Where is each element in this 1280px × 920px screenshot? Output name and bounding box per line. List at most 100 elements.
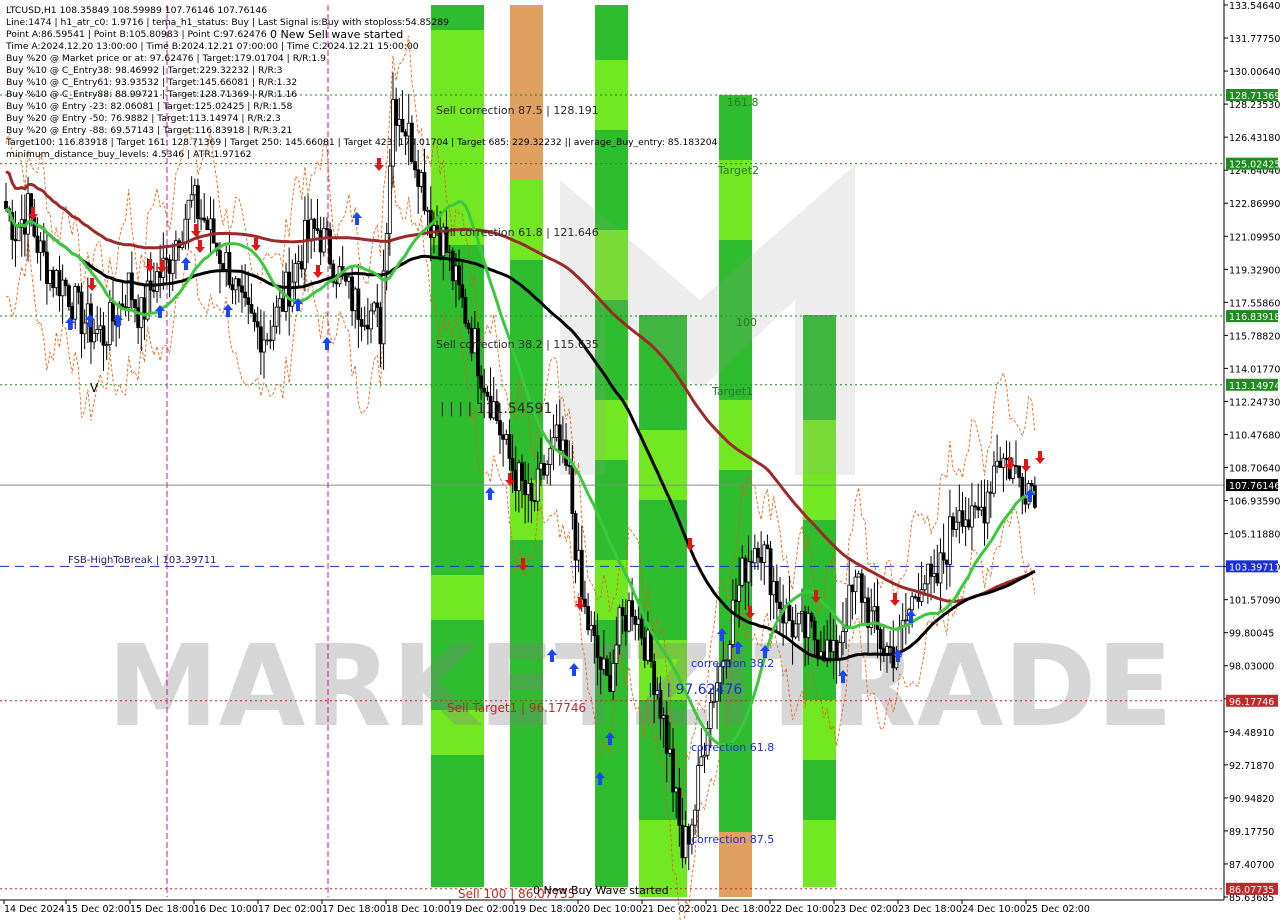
candle [233,276,238,305]
candle-body [347,276,351,282]
candle [932,549,937,594]
candle-body [790,620,795,638]
candle-body [290,281,295,307]
candle [205,216,210,231]
candle [189,176,194,208]
candle-body [321,227,326,253]
time-tick-label: 15 Dec 02:00 [66,904,130,915]
candle-body [498,420,502,436]
candle [211,199,216,244]
zone-label: V [90,381,99,395]
candle-body [70,306,74,320]
candle-body [583,598,587,607]
candle-body [32,216,37,237]
candle-body [526,483,531,496]
price-tick-label: 115.78820 [1229,331,1280,342]
candle-body [708,702,713,729]
candle-body [186,199,191,220]
candle [92,319,96,350]
candle [89,293,93,364]
candle-body [598,657,603,670]
candle [111,279,115,342]
price-tick-label: 101.57090 [1229,596,1280,607]
price-chart[interactable]: MARKETZITRADE Sell correction 87.5 | 128… [0,0,1280,920]
candle [4,182,8,212]
candle-body [129,272,134,301]
time-tick-label: 21 Dec 18:00 [706,904,770,915]
candle-body [299,261,304,270]
candle-body [192,185,197,196]
candle-body [982,506,987,524]
candle [856,570,861,578]
candle [501,422,506,467]
zone-label: | | | | 111.54591 [440,401,552,417]
candle-body [617,607,622,646]
level-price-tag-label: 128.71369 [1229,91,1280,102]
candle [271,302,276,351]
candle [573,510,578,584]
candle [10,199,15,260]
candle-body [372,302,377,312]
candle [290,259,295,313]
candle [230,277,235,304]
candle-body [199,217,203,220]
sell-arrow-icon [251,238,261,251]
candle [847,559,852,628]
candle [586,593,590,635]
candle-body [57,270,62,297]
candle-body [938,552,943,584]
candle-body [394,99,399,126]
time-tick-label: 25 Dec 02:00 [1026,904,1090,915]
candle [243,263,248,307]
candle [365,298,370,345]
candle-body [79,291,84,335]
price-tick-label: 110.47680 [1229,430,1280,441]
candle-body [768,548,773,596]
candle [966,498,971,531]
candle-body [756,547,760,558]
candle-body [208,218,213,231]
candle [287,247,292,336]
price-tick-label: 130.00640 [1229,67,1280,78]
candle-body [365,324,370,330]
candle [1020,472,1025,515]
candle-body [284,271,288,312]
time-tick-label: 15 Dec 18:00 [130,904,194,915]
candle-body [312,218,317,230]
info-line: Line:1474 | h1_atr_c0: 1.9716 | tema_h1_… [6,17,449,28]
candle-body [224,252,229,271]
info-line: Buy %10 @ Entry -23: 82.06081 | Target:1… [6,101,293,112]
candle [328,222,332,269]
price-tick-label: 106.93590 [1229,497,1280,508]
orange-zone [510,5,543,180]
time-tick-label: 24 Dec 10:00 [962,904,1026,915]
candle-body [1017,465,1022,478]
candle-body [853,576,858,593]
zone-label: | | | 97.62476 [648,682,742,698]
candle [998,446,1003,468]
candle [992,451,996,498]
candle-body [743,557,748,583]
candle-body [737,584,741,602]
candle [850,584,855,620]
candle [309,198,314,259]
candle [268,319,273,350]
candle-body [277,298,282,308]
candle [765,534,770,550]
candle [38,232,43,281]
info-line: Time A:2024.12.20 13:00:00 | Time B:2024… [5,41,419,52]
candle [356,263,361,348]
candle [296,245,301,288]
price-tick-label: 122.86990 [1229,199,1280,210]
candle [255,306,260,350]
candle-body [95,329,100,334]
zone-label: Sell correction 38.2 | 115.635 [436,338,599,351]
sell-arrow-icon [157,260,167,273]
candle [57,255,62,312]
candle-body [262,339,266,353]
zone-label: Sell correction 87.5 | 128.191 [436,104,599,117]
candle-body [595,635,600,658]
candle-body [856,573,861,578]
candle [951,512,955,537]
candle-body [878,628,883,650]
